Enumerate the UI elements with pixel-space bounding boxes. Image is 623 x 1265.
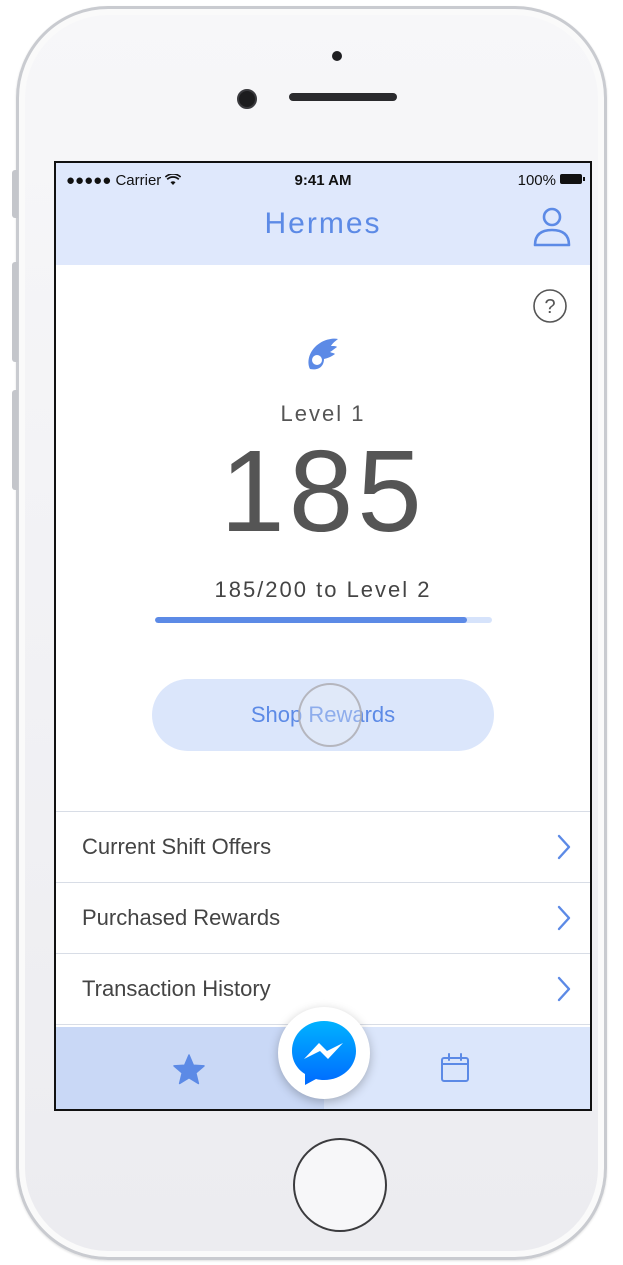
star-icon: [173, 1054, 205, 1085]
list-item-purchased-rewards[interactable]: Purchased Rewards: [56, 883, 590, 954]
svg-text:?: ?: [544, 296, 555, 318]
app-screen: ●●●●● Carrier 9:41 AM 100% Hermes ? Leve…: [54, 161, 592, 1111]
earpiece-speaker: [289, 93, 397, 101]
messenger-icon: [292, 1021, 356, 1085]
home-button[interactable]: [293, 1138, 387, 1232]
progress-bar-fill: [155, 617, 467, 623]
list-item-current-shift-offers[interactable]: Current Shift Offers: [56, 812, 590, 883]
battery-icon: [560, 174, 585, 184]
app-title: Hermes: [264, 207, 382, 240]
nav-bar: Hermes: [56, 197, 590, 265]
mute-switch[interactable]: [12, 170, 18, 218]
menu-list: Current Shift Offers Purchased Rewards T…: [56, 811, 590, 1025]
messenger-chat-head[interactable]: [278, 1007, 370, 1099]
status-bar: ●●●●● Carrier 9:41 AM 100%: [56, 163, 590, 197]
volume-down-button[interactable]: [12, 390, 18, 490]
profile-icon[interactable]: [532, 205, 572, 249]
touch-indicator: [298, 683, 362, 747]
chevron-right-icon: [557, 905, 571, 931]
progress-text: 185/200 to Level 2: [214, 577, 432, 602]
list-item-label: Current Shift Offers: [82, 834, 272, 859]
level-label: Level 1: [280, 401, 366, 426]
volume-up-button[interactable]: [12, 262, 18, 362]
status-time: 9:41 AM: [294, 172, 352, 189]
chevron-right-icon: [557, 976, 571, 1002]
battery-percent: 100%: [517, 172, 556, 189]
help-icon[interactable]: ?: [532, 288, 568, 324]
list-item-label: Transaction History: [82, 976, 271, 1001]
proximity-sensor: [332, 51, 342, 61]
chevron-right-icon: [557, 834, 571, 860]
list-item-label: Purchased Rewards: [82, 905, 281, 930]
points-total: 185: [220, 426, 426, 556]
front-camera: [237, 89, 257, 109]
wing-icon: [308, 338, 338, 370]
calendar-icon: [441, 1053, 469, 1082]
progress-bar: [155, 617, 492, 623]
